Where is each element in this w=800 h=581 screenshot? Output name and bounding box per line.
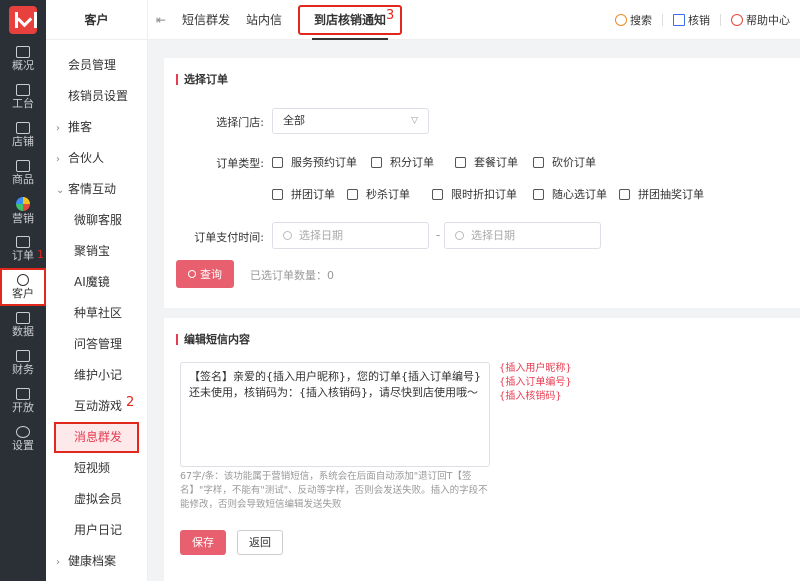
clock-icon: [455, 231, 464, 240]
checkbox-group-lottery-order[interactable]: 拼团抽奖订单: [619, 186, 704, 202]
rail-item-orders[interactable]: 订单 1: [0, 230, 46, 268]
checkbox-group-order[interactable]: 拼团订单: [272, 186, 335, 202]
rail-item-marketing[interactable]: 营销: [0, 192, 46, 230]
sidebar-item-ai-mirror[interactable]: AI魔镜: [46, 267, 147, 298]
search-icon: [615, 13, 627, 26]
chevron-down-icon: ▽: [411, 116, 418, 126]
code-icon: [16, 388, 30, 400]
app-logo[interactable]: [0, 0, 46, 40]
search-icon: [188, 270, 196, 278]
store-select[interactable]: 全部 ▽: [272, 108, 429, 134]
chevron-right-icon: ›: [56, 123, 60, 134]
rail-item-store[interactable]: 店铺: [0, 116, 46, 154]
rail-item-data[interactable]: 数据: [0, 306, 46, 344]
annotation-number-1: 1: [37, 248, 44, 261]
tab-site-message[interactable]: 站内信: [238, 0, 290, 40]
sidebar-group-interaction[interactable]: ⌄ 客情互动: [46, 174, 147, 205]
end-date-input[interactable]: 选择日期: [444, 222, 601, 249]
monitor-icon: [16, 84, 30, 96]
secondary-sidebar: 客户 会员管理 核销员设置 › 推客 › 合伙人 ⌄ 客情互动 微聊客服 聚销宝 AI…: [46, 0, 148, 581]
scan-icon: [673, 13, 685, 26]
clock-icon: [283, 231, 292, 240]
sidebar-item-juxiaobao[interactable]: 聚销宝: [46, 236, 147, 267]
sms-edit-card: 编辑短信内容 【签名】亲爱的{插入用户昵称}，您的订单{插入订单编号}还未使用，…: [164, 318, 800, 581]
divider: [662, 13, 663, 26]
save-button[interactable]: 保存: [180, 530, 226, 555]
query-button[interactable]: 查询: [176, 260, 234, 288]
data-icon: [16, 312, 30, 324]
date-separator: -: [436, 228, 441, 242]
store-icon: [16, 122, 30, 134]
insert-nickname-link[interactable]: {插入用户昵称}: [499, 362, 572, 376]
order-type-label: 订单类型:: [216, 157, 264, 170]
rail-item-open[interactable]: 开放: [0, 382, 46, 420]
sms-hint: 67字/条：该功能属于营销短信，系统会在后面自动添加"退订回T【签名】"字样，不…: [180, 471, 488, 510]
insert-fields: {插入用户昵称} {插入订单编号} {插入核销码}: [499, 362, 572, 404]
back-button[interactable]: 返回: [237, 530, 283, 555]
rail-item-products[interactable]: 商品: [0, 154, 46, 192]
gear-icon: [16, 426, 30, 438]
rail-item-customers[interactable]: 客户: [0, 268, 46, 306]
verify-button[interactable]: 核销: [673, 12, 710, 28]
primary-nav-rail: 概况 工台 店铺 商品 营销 订单 1 客户 数据 财务 开放 设置: [0, 0, 46, 581]
flower-icon: [16, 197, 30, 211]
store-label: 选择门店:: [216, 116, 264, 129]
sidebar-item-wechat-service[interactable]: 微聊客服: [46, 205, 147, 236]
checkbox-free-choice-order[interactable]: 随心选订单: [533, 186, 607, 202]
checkbox-bargain-order[interactable]: 砍价订单: [533, 154, 596, 170]
sidebar-item-virtual-member[interactable]: 虚拟会员: [46, 484, 147, 515]
insert-verify-code-link[interactable]: {插入核销码}: [499, 390, 572, 404]
sidebar-item-message-broadcast[interactable]: 消息群发: [54, 422, 139, 453]
annotation-number-2: 2: [126, 395, 135, 410]
search-button[interactable]: 搜索: [615, 12, 652, 28]
rail-item-overview[interactable]: 概况: [0, 40, 46, 78]
rail-item-finance[interactable]: 财务: [0, 344, 46, 382]
bag-icon: [16, 160, 30, 172]
order-selection-card: 选择订单 选择门店: 全部 ▽ 订单类型: 服务预约订单 积分订单 套餐订单 砍价…: [164, 58, 800, 308]
sidebar-item-short-video[interactable]: 短视频: [46, 453, 147, 484]
finance-icon: [16, 350, 30, 362]
chevron-right-icon: ›: [56, 154, 60, 165]
pay-time-label: 订单支付时间:: [194, 231, 264, 244]
sidebar-title: 客户: [46, 0, 147, 40]
checkbox-service-order[interactable]: 服务预约订单: [272, 154, 357, 170]
sidebar-group-referrer[interactable]: › 推客: [46, 112, 147, 143]
annotation-number-3: 3: [386, 8, 395, 23]
chart-icon: [16, 46, 30, 58]
logo-icon: [9, 6, 37, 34]
user-icon: [17, 274, 29, 286]
order-icon: [16, 236, 30, 248]
sidebar-group-partner[interactable]: › 合伙人: [46, 143, 147, 174]
sidebar-item-verifier-settings[interactable]: 核销员设置: [46, 81, 147, 112]
checkbox-limited-discount-order[interactable]: 限时折扣订单: [432, 186, 517, 202]
rail-item-settings[interactable]: 设置: [0, 420, 46, 458]
checkbox-flash-sale-order[interactable]: 秒杀订单: [347, 186, 410, 202]
collapse-icon[interactable]: ⇤: [148, 13, 174, 27]
help-center-button[interactable]: 帮助中心: [731, 12, 790, 28]
top-bar: ⇤ 短信群发 站内信 到店核销通知 3 搜索 核销 帮助中心: [148, 0, 800, 40]
tab-sms-broadcast[interactable]: 短信群发: [174, 0, 238, 40]
sidebar-item-member-management[interactable]: 会员管理: [46, 50, 147, 81]
help-icon: [731, 13, 743, 26]
sidebar-group-health-records[interactable]: › 健康档案: [46, 546, 147, 577]
start-date-input[interactable]: 选择日期: [272, 222, 429, 249]
checkbox-points-order[interactable]: 积分订单: [371, 154, 434, 170]
rail-item-workbench[interactable]: 工台: [0, 78, 46, 116]
sidebar-item-games[interactable]: 互动游戏 2: [46, 391, 147, 422]
chevron-down-icon: ⌄: [56, 185, 65, 196]
selected-order-count: 已选订单数量：0: [250, 269, 334, 282]
main-content: 选择订单 选择门店: 全部 ▽ 订单类型: 服务预约订单 积分订单 套餐订单 砍价…: [148, 40, 800, 581]
sidebar-item-qa[interactable]: 问答管理: [46, 329, 147, 360]
checkbox-package-order[interactable]: 套餐订单: [455, 154, 518, 170]
insert-order-number-link[interactable]: {插入订单编号}: [499, 376, 572, 390]
sidebar-item-user-diary[interactable]: 用户日记: [46, 515, 147, 546]
divider: [720, 13, 721, 26]
section-title: 编辑短信内容: [176, 334, 250, 345]
sms-content-textarea[interactable]: 【签名】亲爱的{插入用户昵称}，您的订单{插入订单编号}还未使用，核销码为：{插…: [180, 362, 490, 467]
section-title: 选择订单: [176, 74, 228, 85]
sidebar-item-community[interactable]: 种草社区: [46, 298, 147, 329]
chevron-right-icon: ›: [56, 557, 60, 568]
